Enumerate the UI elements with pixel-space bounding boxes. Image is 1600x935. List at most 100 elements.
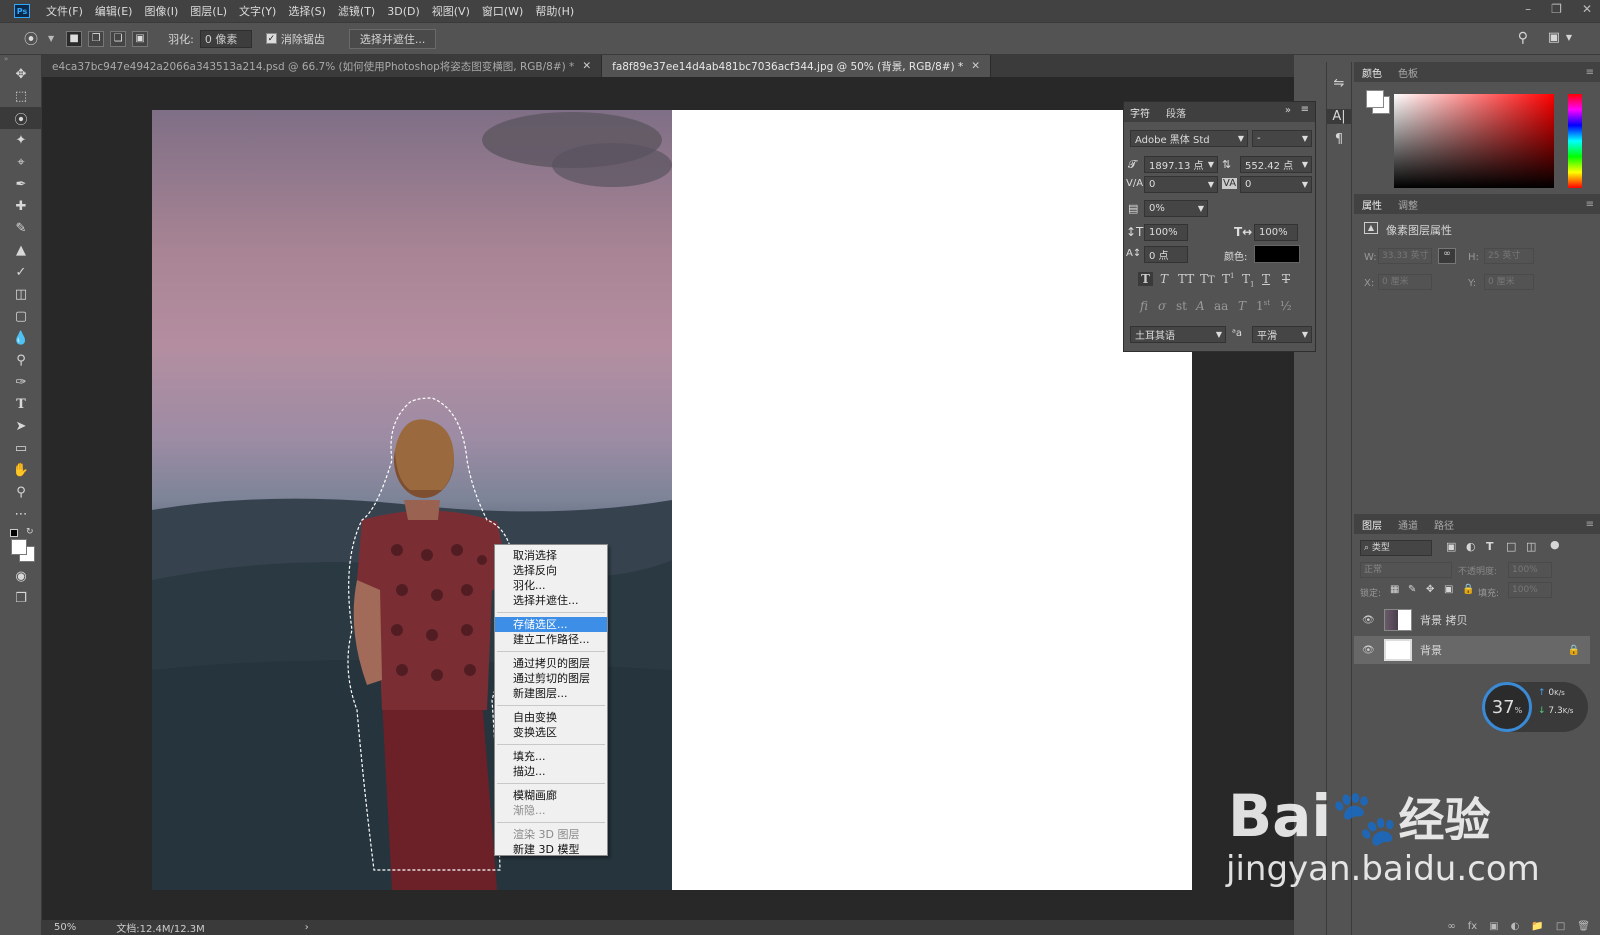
menu-item-blur-gallery[interactable]: 模糊画廊: [495, 788, 607, 803]
kerning-input[interactable]: 0 ▼: [1144, 176, 1218, 193]
default-colors-icon[interactable]: [10, 529, 18, 537]
menu-help[interactable]: 帮助(H): [529, 3, 580, 19]
menu-item-layer-via-copy[interactable]: 通过拷贝的图层: [495, 656, 607, 671]
document-tab-active[interactable]: fa8f89e37ee14d4ab481bc7036acf344.jpg @ 5…: [602, 55, 992, 77]
layer-row-selected[interactable]: 👁 背景 🔒: [1354, 636, 1590, 664]
lock-transparent-icon[interactable]: ▦: [1390, 584, 1399, 595]
menu-file[interactable]: 文件(F): [40, 3, 89, 19]
tab-paths[interactable]: 路径: [1434, 517, 1454, 532]
foreground-color-swatch[interactable]: [11, 539, 27, 555]
discretionary-ligatures-icon[interactable]: σ: [1158, 299, 1166, 313]
menu-3d[interactable]: 3D(D): [381, 5, 426, 18]
fx-icon[interactable]: fx: [1468, 921, 1477, 932]
blur-tool-icon[interactable]: 💧: [0, 327, 42, 349]
workspace-icon[interactable]: ▣: [1548, 30, 1560, 45]
fractions-icon[interactable]: ½: [1280, 299, 1292, 313]
menu-select[interactable]: 选择(S): [282, 3, 332, 19]
delete-layer-icon[interactable]: 🗑: [1577, 921, 1590, 932]
underline-icon[interactable]: T: [1262, 272, 1270, 286]
add-mask-icon[interactable]: ▣: [1489, 921, 1498, 932]
font-size-input[interactable]: 1897.13 点 ▼: [1144, 156, 1218, 173]
type-tool-icon[interactable]: T: [0, 393, 42, 415]
font-style-select[interactable]: - ▼: [1252, 130, 1312, 147]
layer-row[interactable]: 👁 背景 拷贝: [1354, 606, 1590, 634]
menu-item-new-3d-model[interactable]: 新建 3D 模型: [495, 842, 607, 857]
white-canvas[interactable]: [672, 110, 1192, 890]
document-tab[interactable]: e4ca37bc947e4942a2066a343513a214.psd @ 6…: [42, 55, 603, 77]
quick-mask-icon[interactable]: ◉: [0, 565, 42, 587]
tracking-input[interactable]: 0 ▼: [1240, 176, 1312, 193]
more-tools-icon[interactable]: ⋯: [0, 503, 42, 525]
healing-brush-tool-icon[interactable]: ✚: [0, 195, 42, 217]
zoom-tool-icon[interactable]: ⚲: [0, 481, 42, 503]
menu-window[interactable]: 窗口(W): [476, 3, 529, 19]
pen-tool-icon[interactable]: ✑: [0, 371, 42, 393]
menu-item-save-selection[interactable]: 存储选区...: [495, 617, 607, 632]
tab-swatches[interactable]: 色板: [1398, 65, 1418, 80]
tab-character[interactable]: 字符: [1130, 105, 1150, 120]
menu-item-fill[interactable]: 填充...: [495, 749, 607, 764]
new-group-icon[interactable]: 📁: [1531, 921, 1543, 932]
filter-shape-icon[interactable]: □: [1506, 540, 1516, 553]
zoom-level[interactable]: 50%: [54, 922, 76, 933]
restore-icon[interactable]: ❐: [1551, 2, 1562, 16]
vertical-scale-input[interactable]: 100%: [1144, 224, 1188, 241]
menu-item-select-and-mask[interactable]: 选择并遮住...: [495, 593, 607, 608]
color-swatches[interactable]: ↻: [0, 525, 41, 565]
collapse-tools-icon[interactable]: »: [0, 55, 41, 63]
tab-properties[interactable]: 属性: [1362, 197, 1382, 212]
lock-all-icon[interactable]: 🔒: [1462, 584, 1474, 595]
history-brush-tool-icon[interactable]: ✓: [0, 261, 42, 283]
tab-channels[interactable]: 通道: [1398, 517, 1418, 532]
small-caps-icon[interactable]: TT: [1200, 272, 1215, 286]
panel-menu-icon[interactable]: ≡: [1586, 67, 1594, 78]
filter-toggle-icon[interactable]: ●: [1550, 538, 1560, 551]
eyedropper-tool-icon[interactable]: ✒: [0, 173, 42, 195]
tab-paragraph[interactable]: 段落: [1166, 105, 1186, 120]
add-to-selection-icon[interactable]: ❐: [88, 30, 105, 47]
stylistic-alternates-icon[interactable]: st: [1176, 299, 1187, 313]
menu-item-layer-via-cut[interactable]: 通过剪切的图层: [495, 671, 607, 686]
strikethrough-icon[interactable]: T: [1282, 272, 1290, 286]
ordinals-icon[interactable]: T: [1238, 299, 1246, 313]
intersect-selection-icon[interactable]: ▣: [132, 30, 149, 47]
filter-pixel-icon[interactable]: ▣: [1446, 540, 1456, 553]
fg-color-chip[interactable]: [1366, 90, 1384, 108]
history-icon[interactable]: ⇋: [1327, 76, 1351, 91]
antialias-select[interactable]: 平滑 ▼: [1252, 326, 1312, 343]
close-tab-icon[interactable]: ✕: [582, 60, 591, 72]
visibility-eye-icon[interactable]: 👁: [1362, 645, 1376, 656]
eraser-tool-icon[interactable]: ◫: [0, 283, 42, 305]
menu-type[interactable]: 文字(Y): [233, 3, 282, 19]
lasso-tool-icon[interactable]: ⦿: [0, 107, 42, 129]
horizontal-scale-input[interactable]: 100%: [1254, 224, 1298, 241]
menu-item-stroke[interactable]: 描边...: [495, 764, 607, 779]
close-icon[interactable]: ✕: [1582, 2, 1592, 16]
faux-bold-icon[interactable]: T: [1138, 272, 1153, 286]
font-family-select[interactable]: Adobe 黑体 Std ▼: [1130, 130, 1248, 147]
clone-stamp-tool-icon[interactable]: ▲: [0, 239, 42, 261]
new-layer-icon[interactable]: □: [1556, 921, 1565, 932]
swash-icon[interactable]: A: [1196, 299, 1205, 313]
menu-item-select-inverse[interactable]: 选择反向: [495, 563, 607, 578]
crop-tool-icon[interactable]: ⌖: [0, 151, 42, 173]
baseline-shift-input[interactable]: 0 点: [1144, 246, 1188, 263]
quick-selection-tool-icon[interactable]: ✦: [0, 129, 42, 151]
lock-artboard-icon[interactable]: ▣: [1444, 584, 1453, 595]
search-icon[interactable]: ⚲: [1518, 30, 1528, 46]
feather-input[interactable]: 0 像素: [199, 29, 252, 48]
filter-type-icon[interactable]: T: [1486, 540, 1494, 553]
panel-menu-icon[interactable]: ≡: [1586, 199, 1594, 210]
antialias-checkbox[interactable]: ✓ 消除锯齿: [265, 31, 325, 47]
subtract-selection-icon[interactable]: ❏: [110, 30, 127, 47]
tsume-input[interactable]: 0% ▼: [1144, 200, 1208, 217]
panel-menu-icon[interactable]: ≡: [1586, 519, 1594, 530]
menu-image[interactable]: 图像(I): [138, 3, 184, 19]
color-field[interactable]: [1394, 94, 1554, 188]
filter-smartobject-icon[interactable]: ◫: [1526, 540, 1536, 553]
menu-item-new-layer[interactable]: 新建图层...: [495, 686, 607, 701]
lock-image-icon[interactable]: ✎: [1408, 584, 1416, 595]
path-selection-tool-icon[interactable]: ➤: [0, 415, 42, 437]
minimize-icon[interactable]: –: [1525, 2, 1531, 16]
language-select[interactable]: 土耳其语 ▼: [1130, 326, 1226, 343]
